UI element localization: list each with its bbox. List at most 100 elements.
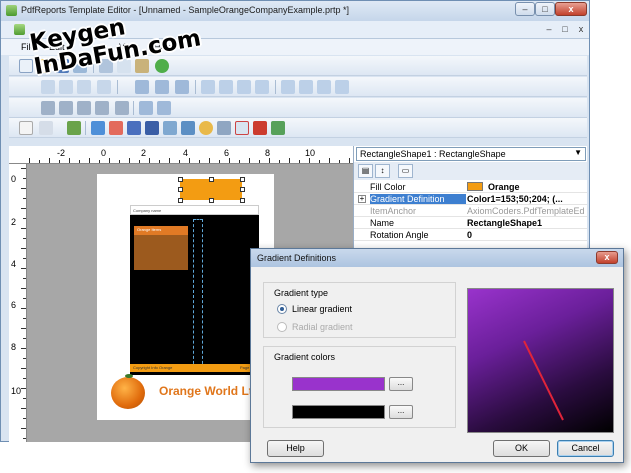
resize-handle[interactable] [209, 177, 214, 182]
toolbar-separator [195, 80, 196, 94]
resize-handle[interactable] [178, 177, 183, 182]
vspace-inc-icon[interactable] [299, 80, 313, 94]
run-icon[interactable] [155, 59, 169, 73]
ruler-label: 0 [11, 174, 17, 184]
align-center-icon[interactable] [59, 80, 73, 94]
property-name: Gradient Definition [370, 194, 466, 204]
company-name-text[interactable]: Orange World Ltd. [159, 384, 263, 398]
mdi-close-button[interactable]: x [574, 23, 588, 36]
same-width-icon[interactable] [135, 80, 149, 94]
categorized-icon[interactable]: ▤ [358, 164, 373, 178]
linear-radio[interactable] [277, 304, 287, 314]
toolbar-separator [85, 121, 86, 135]
dialog-close-button[interactable]: x [596, 251, 618, 264]
expand-icon[interactable]: + [358, 195, 366, 203]
resize-handle[interactable] [240, 198, 245, 203]
vspace-remove-icon[interactable] [335, 80, 349, 94]
group-icon[interactable] [139, 101, 153, 115]
orange-logo-image[interactable] [111, 377, 145, 409]
radial-gradient-option[interactable]: Radial gradient [277, 322, 353, 332]
property-row[interactable]: Name RectangleShape1 [354, 217, 587, 229]
property-row[interactable]: + Gradient Definition Color1=153;50;204;… [354, 193, 587, 205]
color2-picker-button[interactable]: ... [389, 405, 413, 419]
order-icon[interactable] [115, 101, 129, 115]
rounded-rect-tool-icon[interactable] [109, 121, 123, 135]
object-selector-value: RectangleShape1 : RectangleShape [360, 149, 506, 159]
report-page[interactable]: Company name Orange Items Copyright Info… [97, 174, 274, 420]
ruler-tick [69, 158, 70, 163]
layer-up-icon[interactable] [77, 101, 91, 115]
bring-front-icon[interactable] [41, 101, 55, 115]
hspace-dec-icon[interactable] [237, 80, 251, 94]
object-selector[interactable]: RectangleShape1 : RectangleShape ▼ [356, 147, 586, 161]
dialog-title: Gradient Definitions [257, 253, 337, 263]
footer-left-text: Copyright Info Orange [133, 365, 173, 370]
vspace-equal-icon[interactable] [281, 80, 295, 94]
radial-radio[interactable] [277, 322, 287, 332]
picture-icon[interactable] [271, 121, 285, 135]
ruler-tick [59, 160, 60, 163]
items-header[interactable]: Orange Items [134, 226, 188, 235]
new-document-icon[interactable] [19, 59, 33, 73]
ungroup-icon[interactable] [157, 101, 171, 115]
table-icon[interactable] [67, 121, 81, 135]
property-row[interactable]: Fill Color Orange [354, 181, 587, 193]
property-value: RectangleShape1 [467, 218, 543, 228]
image-tool-icon[interactable] [163, 121, 177, 135]
property-pages-icon[interactable]: ▭ [398, 164, 413, 178]
vspace-dec-icon[interactable] [317, 80, 331, 94]
color1-picker-button[interactable]: ... [389, 377, 413, 391]
close-button[interactable]: x [555, 2, 587, 16]
dynamic-image-icon[interactable] [181, 121, 195, 135]
resize-handle[interactable] [178, 198, 183, 203]
resize-handle[interactable] [178, 187, 183, 192]
property-row[interactable]: Rotation Angle 0 [354, 229, 587, 241]
date-icon[interactable] [235, 121, 249, 135]
mdi-minimize-button[interactable]: – [542, 23, 556, 36]
same-height-icon[interactable] [155, 80, 169, 94]
property-row[interactable]: ItemAnchor AxiomCoders.PdfTemplateEd [354, 205, 587, 217]
hspace-inc-icon[interactable] [219, 80, 233, 94]
maximize-button[interactable]: □ [535, 2, 555, 16]
linear-gradient-option[interactable]: Linear gradient [277, 304, 352, 314]
align-left-icon[interactable] [41, 80, 55, 94]
text-tool-icon[interactable] [127, 121, 141, 135]
sort-alpha-icon[interactable]: ↕ [375, 164, 390, 178]
ruler-tick [21, 168, 26, 169]
send-back-icon[interactable] [59, 101, 73, 115]
resize-handle[interactable] [209, 198, 214, 203]
ruler-label: -2 [57, 148, 66, 158]
footer-bar[interactable]: Copyright Info Orange Page 1/1 [130, 364, 259, 372]
rectangle-tool-icon[interactable] [91, 121, 105, 135]
detail-frame[interactable] [193, 219, 203, 369]
resize-handle[interactable] [240, 177, 245, 182]
pdf-icon[interactable] [253, 121, 267, 135]
ruler-tick [119, 160, 120, 163]
ruler-tick [239, 160, 240, 163]
rectangle-shape-selected[interactable] [180, 179, 242, 200]
page-header-text[interactable]: Company name [130, 205, 259, 215]
items-block[interactable] [134, 235, 188, 270]
ruler-tick [229, 158, 230, 163]
minimize-button[interactable]: – [515, 2, 535, 16]
dynamic-text-icon[interactable] [145, 121, 159, 135]
align-top-icon[interactable] [97, 80, 111, 94]
hspace-remove-icon[interactable] [255, 80, 269, 94]
property-value: Color1=153;50;204; (... [467, 194, 563, 204]
layer-down-icon[interactable] [95, 101, 109, 115]
help-button[interactable]: Help [267, 440, 324, 457]
page-number-icon[interactable] [217, 121, 231, 135]
ruler-tick [309, 158, 310, 163]
mdi-maximize-button[interactable]: □ [558, 23, 572, 36]
zoom-icon[interactable] [39, 121, 53, 135]
resize-handle[interactable] [240, 187, 245, 192]
pointer-icon[interactable] [19, 121, 33, 135]
align-right-icon[interactable] [77, 80, 91, 94]
gradient-preview[interactable] [467, 288, 614, 433]
ruler-tick [299, 160, 300, 163]
cancel-button[interactable]: Cancel [557, 440, 614, 457]
clock-icon[interactable] [199, 121, 213, 135]
hspace-equal-icon[interactable] [201, 80, 215, 94]
same-size-icon[interactable] [175, 80, 189, 94]
ok-button[interactable]: OK [493, 440, 550, 457]
